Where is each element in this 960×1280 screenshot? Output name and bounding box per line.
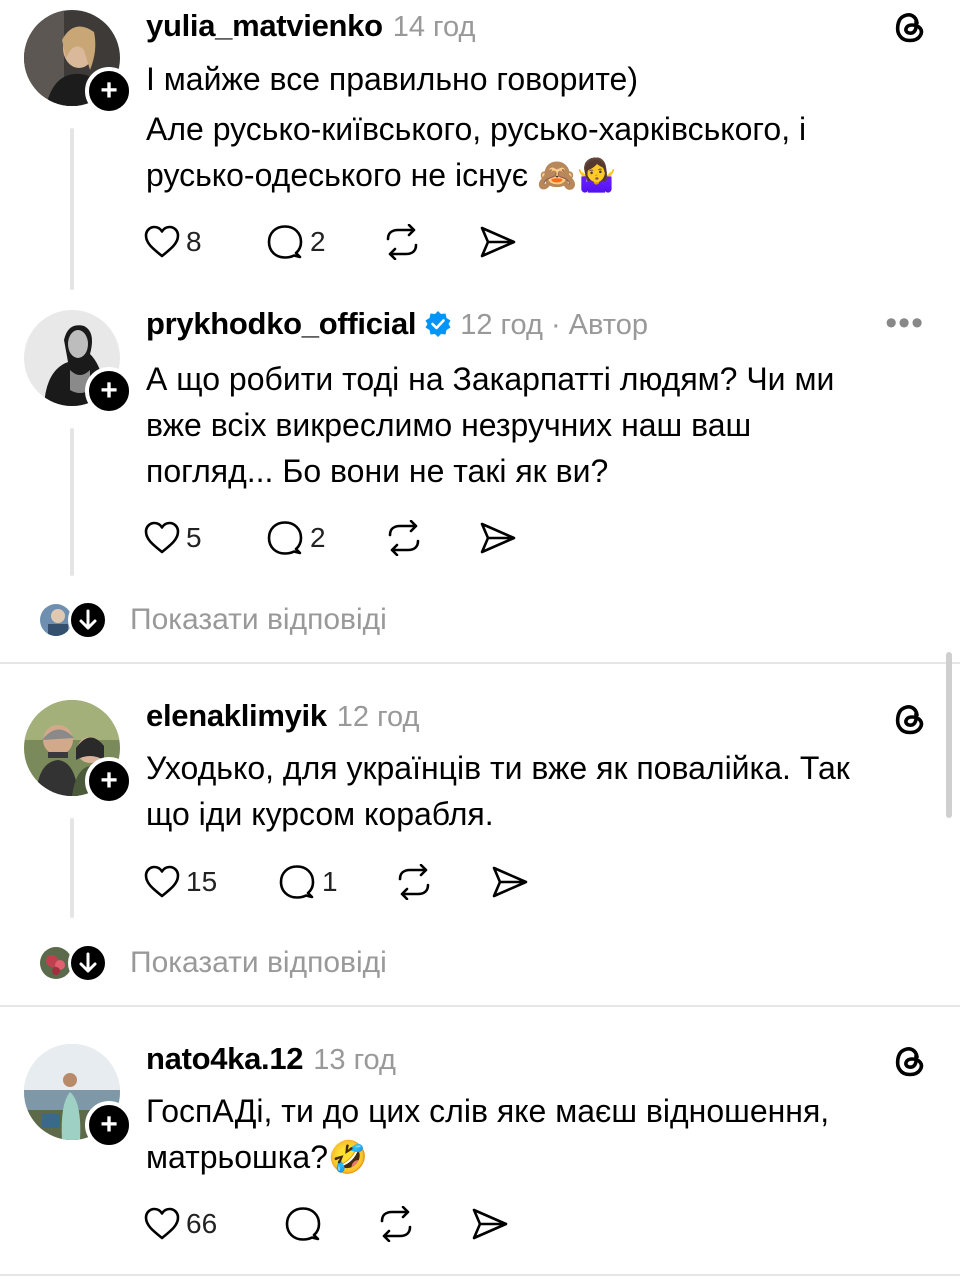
reply-count: 2 — [310, 226, 326, 257]
like-count: 66 — [186, 1208, 218, 1239]
comment-icon — [279, 865, 315, 899]
repost-icon — [398, 864, 430, 900]
comment-icon — [267, 225, 303, 259]
share-button[interactable] — [478, 222, 518, 262]
post-text: А що робити тоді на Закарпатті людям? Чи… — [146, 356, 906, 494]
post-text: Уходько, для українців ти вже як повалій… — [146, 745, 906, 837]
threads-logo-icon — [895, 705, 924, 735]
divider — [0, 1005, 960, 1007]
send-icon — [492, 866, 528, 898]
post-text-line: Але русько-київського, русько-харківсько… — [146, 111, 807, 147]
post-text: ГоспАДі, ти до цих слів яке маєш відноше… — [146, 1088, 906, 1180]
username[interactable]: prykhodko_official — [146, 306, 417, 342]
username[interactable]: nato4ka.12 — [146, 1041, 304, 1077]
timestamp: 12 год — [336, 701, 420, 733]
reply-button[interactable]: 2 — [266, 222, 326, 262]
like-count: 5 — [186, 522, 202, 553]
repost-button[interactable] — [384, 518, 424, 558]
divider — [0, 1274, 960, 1276]
share-button[interactable] — [478, 518, 518, 558]
repost-button[interactable] — [376, 1204, 416, 1244]
show-replies[interactable]: Показати відповіді — [38, 600, 387, 640]
like-button[interactable]: 5 — [144, 518, 202, 558]
thread-line — [70, 128, 74, 290]
like-count: 15 — [186, 866, 218, 897]
reply-avatars — [38, 943, 108, 983]
timestamp: 14 год — [392, 11, 476, 43]
reply-button[interactable]: 2 — [266, 518, 326, 558]
thread-line — [70, 818, 74, 918]
repost-icon — [388, 520, 420, 556]
timestamp: 13 год — [313, 1044, 396, 1076]
post-header: nato4ka.12 13 год — [146, 1041, 396, 1077]
reply-count: 2 — [310, 522, 326, 553]
post-header: yulia_matvienko 14 год — [146, 8, 475, 44]
chevron-down-icon — [68, 600, 108, 640]
post-text-line: русько-одеського не існує 🙈🤷‍♀️ — [146, 157, 617, 193]
like-button[interactable]: 8 — [144, 222, 202, 262]
reply-count: 1 — [322, 866, 338, 897]
follow-plus-icon[interactable]: + — [85, 67, 133, 115]
divider — [0, 662, 960, 664]
chevron-down-icon — [68, 943, 108, 983]
timestamp: 12 год · Автор — [460, 309, 648, 341]
share-button[interactable] — [490, 862, 530, 902]
reply-button[interactable] — [284, 1204, 322, 1244]
post-text-line: матрьошка?🤣 — [146, 1139, 368, 1175]
heart-icon — [144, 1207, 180, 1240]
follow-plus-icon[interactable]: + — [85, 757, 133, 805]
comment-icon — [267, 521, 303, 555]
like-button[interactable]: 66 — [144, 1204, 217, 1244]
reply-button[interactable]: 1 — [278, 862, 338, 902]
post-text-line: що іди курсом корабля. — [146, 796, 494, 832]
like-count: 8 — [186, 226, 202, 257]
post-header: elenaklimyik 12 год — [146, 698, 419, 734]
repost-button[interactable] — [394, 862, 434, 902]
username[interactable]: elenaklimyik — [146, 698, 327, 734]
show-replies-label[interactable]: Показати відповіді — [130, 603, 387, 637]
repost-icon — [380, 1206, 412, 1242]
show-replies[interactable]: Показати відповіді — [38, 943, 387, 983]
verified-badge-icon — [425, 311, 451, 337]
share-button[interactable] — [470, 1204, 510, 1244]
post-text-line: вже всіх викреслимо незручних наш ваш — [146, 407, 752, 443]
reply-avatars — [38, 600, 108, 640]
avatar[interactable]: + — [24, 310, 133, 415]
show-replies-label[interactable]: Показати відповіді — [130, 946, 387, 980]
scrollbar[interactable] — [946, 652, 952, 818]
post-text-line: Уходько, для українців ти вже як повалій… — [146, 750, 850, 786]
post-text-line: погляд... Бо вони не такі як ви? — [146, 453, 609, 489]
comment-icon — [285, 1207, 321, 1241]
send-icon — [480, 226, 516, 258]
like-button[interactable]: 15 — [144, 862, 217, 902]
threads-logo-icon — [895, 1047, 924, 1077]
more-icon[interactable]: ••• — [885, 304, 924, 343]
heart-icon — [144, 521, 180, 554]
follow-plus-icon[interactable]: + — [85, 1101, 133, 1149]
post-text-line: І майже все правильно говорите) — [146, 61, 638, 97]
send-icon — [480, 522, 516, 554]
repost-icon — [386, 224, 418, 260]
threads-logo-icon — [895, 13, 924, 43]
heart-icon — [144, 865, 180, 898]
post-header: prykhodko_official 12 год · Автор — [146, 306, 648, 342]
follow-plus-icon[interactable]: + — [85, 367, 133, 415]
thread-line — [70, 428, 74, 576]
post-text: І майже все правильно говорите) Але русь… — [146, 56, 906, 198]
avatar[interactable]: + — [24, 1044, 133, 1149]
post-text-line: А що робити тоді на Закарпатті людям? Чи… — [146, 361, 835, 397]
avatar[interactable]: + — [24, 10, 133, 115]
repost-button[interactable] — [382, 222, 422, 262]
username[interactable]: yulia_matvienko — [146, 8, 383, 44]
avatar[interactable]: + — [24, 700, 133, 805]
post-text-line: ГоспАДі, ти до цих слів яке маєш відноше… — [146, 1093, 830, 1129]
heart-icon — [144, 225, 180, 258]
send-icon — [472, 1208, 508, 1240]
